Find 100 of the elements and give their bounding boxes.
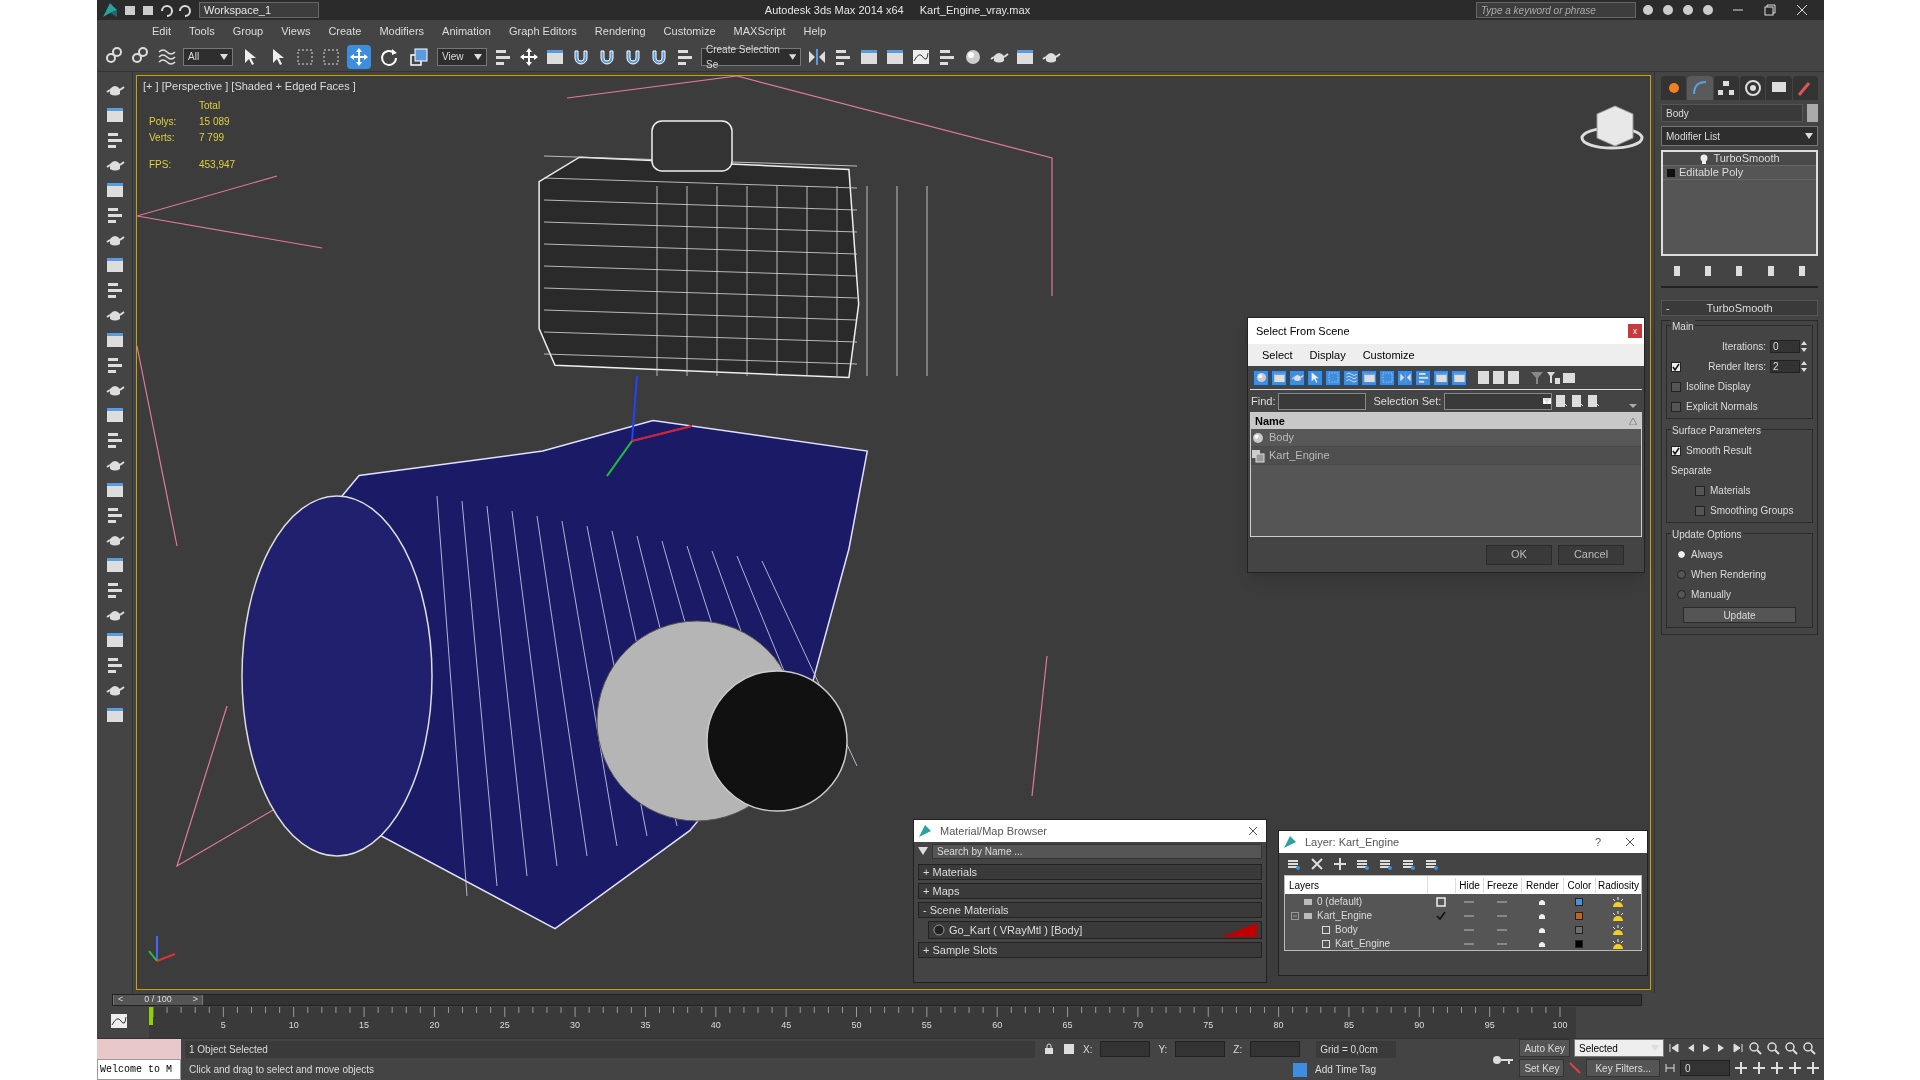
document-icon[interactable] — [1507, 370, 1520, 385]
wave-icon[interactable] — [157, 46, 177, 67]
radio-button[interactable] — [1677, 570, 1686, 579]
command-panel-tab[interactable] — [1661, 76, 1687, 100]
go-to-end-icon[interactable] — [1732, 1042, 1744, 1054]
close-button[interactable]: x — [1628, 324, 1642, 338]
checkbox-label[interactable]: Isoline Display — [1686, 379, 1751, 394]
square-icon[interactable] — [1436, 896, 1446, 907]
modifier-list-dropdown[interactable]: Modifier List — [1661, 126, 1818, 146]
checkbox-label[interactable]: Smooth Result — [1686, 443, 1752, 458]
filter-toggle-button[interactable] — [1451, 369, 1467, 386]
time-tag-icon[interactable] — [1293, 1062, 1307, 1077]
zoom-all-icon[interactable] — [1766, 1041, 1780, 1055]
sun-icon[interactable] — [1611, 938, 1625, 949]
current-frame-field[interactable]: 0 — [1680, 1060, 1730, 1076]
window-icon[interactable] — [104, 105, 125, 125]
column-header[interactable]: Render — [1521, 877, 1563, 893]
time-slider-track[interactable]: < 0 / 100 > — [112, 994, 1642, 1006]
lock-icon[interactable] — [1043, 1043, 1055, 1056]
checkbox[interactable] — [1671, 401, 1681, 412]
menu-item[interactable]: Help — [794, 20, 836, 42]
menu-item[interactable]: Tools — [179, 20, 224, 42]
command-panel-tab[interactable] — [1713, 76, 1739, 100]
category-header[interactable]: + Sample Slots — [918, 942, 1262, 958]
restore-icon[interactable] — [1764, 4, 1776, 16]
zoom-extents-all-icon[interactable] — [1802, 1041, 1816, 1055]
menu-item[interactable]: Customize — [654, 20, 725, 42]
radio-button[interactable] — [1677, 550, 1686, 559]
help-search-field[interactable]: Type a keyword or phrase — [1476, 2, 1636, 18]
dialog-button[interactable]: OK — [1486, 544, 1552, 565]
checkbox-label[interactable]: Smoothing Groups — [1710, 503, 1794, 518]
checkbox[interactable] — [1671, 361, 1681, 372]
column-header[interactable]: Layers — [1285, 877, 1427, 893]
menu-item[interactable]: Edit — [143, 20, 180, 42]
selection-set-dropdown[interactable] — [1444, 392, 1553, 410]
material-item[interactable]: Go_Kart ( VRayMtl ) [Body] — [928, 921, 1262, 939]
find-field[interactable] — [1278, 392, 1367, 410]
collapse-icon[interactable] — [1291, 911, 1299, 920]
layer-color-swatch[interactable] — [1575, 925, 1583, 934]
modifier-stack-list[interactable]: TurboSmooth Editable Poly — [1661, 150, 1818, 256]
reference-coordinate-dropdown[interactable]: View — [437, 47, 487, 66]
window-icon[interactable] — [104, 480, 125, 500]
window-icon[interactable] — [104, 705, 125, 725]
menu-item[interactable]: Display — [1309, 346, 1346, 364]
dialog-button[interactable]: Cancel — [1558, 544, 1624, 565]
menu-item[interactable]: Animation — [433, 20, 500, 42]
zoom-extents-icon[interactable] — [1784, 1041, 1798, 1055]
sun-icon[interactable] — [1611, 896, 1625, 907]
undo-icon[interactable] — [159, 3, 173, 17]
layer-color-swatch[interactable] — [1575, 939, 1583, 948]
window-icon[interactable] — [104, 555, 125, 575]
play-icon[interactable] — [1700, 1042, 1712, 1054]
maxscript-listener[interactable]: Welcome to M — [97, 1059, 181, 1080]
selection-filter-dropdown[interactable]: All — [183, 47, 233, 66]
close-icon[interactable] — [1625, 837, 1635, 847]
window-icon[interactable] — [104, 630, 125, 650]
checkbox[interactable] — [1671, 381, 1681, 392]
layer-name[interactable]: 0 (default) — [1317, 894, 1363, 909]
close-icon[interactable] — [1248, 826, 1258, 836]
auto-key-button[interactable]: Auto Key — [1519, 1039, 1570, 1057]
viewcube-drawing[interactable] — [1580, 105, 1644, 150]
menu-item[interactable]: Rendering — [585, 20, 655, 42]
layer-name[interactable]: Body — [1335, 922, 1358, 937]
workspace-dropdown[interactable]: Workspace_1 — [199, 2, 319, 18]
checkbox[interactable] — [1695, 485, 1705, 496]
menu-item[interactable]: Create — [319, 20, 371, 42]
column-header[interactable]: Freeze — [1483, 877, 1521, 893]
help-button[interactable]: ? — [1586, 833, 1609, 851]
list-icon[interactable] — [1477, 370, 1490, 385]
scene-object-row[interactable]: Kart_Engine — [1251, 447, 1641, 465]
checkbox-label[interactable]: Materials — [1710, 483, 1751, 498]
sun-icon[interactable] — [1611, 910, 1625, 921]
window-icon[interactable] — [104, 180, 125, 200]
radio-label[interactable]: Manually — [1691, 587, 1732, 602]
named-selection-dropdown[interactable]: Create Selection Se — [701, 47, 801, 66]
coordinate-field[interactable] — [1100, 1041, 1151, 1058]
spinner-field[interactable]: 2 — [1770, 360, 1800, 373]
menu-item[interactable]: MAXScript — [724, 20, 795, 42]
filter-toggle-button[interactable] — [1343, 369, 1359, 386]
menu-item[interactable]: Graph Editors — [499, 20, 586, 42]
add-time-tag-label[interactable]: Add Time Tag — [1315, 1062, 1376, 1078]
rectangle-selection-icon[interactable] — [295, 46, 315, 67]
key-filters-button[interactable]: Key Filters... — [1586, 1059, 1660, 1077]
command-panel-tab[interactable] — [1766, 76, 1792, 100]
menu-item[interactable]: Views — [272, 20, 320, 42]
checkmark-icon[interactable] — [1436, 910, 1446, 921]
previous-arrow[interactable]: < — [118, 993, 124, 1007]
window-icon[interactable] — [104, 330, 125, 350]
go-to-start-icon[interactable] — [1668, 1042, 1680, 1054]
next-arrow[interactable]: > — [192, 993, 198, 1007]
modifier-stack-item[interactable]: Editable Poly — [1663, 166, 1816, 180]
spinner-arrows-icon[interactable] — [1800, 340, 1808, 353]
menu-item[interactable]: Modifiers — [370, 20, 434, 42]
layer-color-swatch[interactable] — [1575, 897, 1583, 906]
category-header[interactable]: + Maps — [918, 883, 1262, 899]
app-logo-icon[interactable] — [101, 1, 119, 19]
radio-button[interactable] — [1677, 590, 1686, 599]
window-crossing-icon[interactable] — [321, 46, 341, 67]
menu-item[interactable]: Group — [223, 20, 273, 42]
coordinate-field[interactable] — [1175, 1041, 1226, 1058]
